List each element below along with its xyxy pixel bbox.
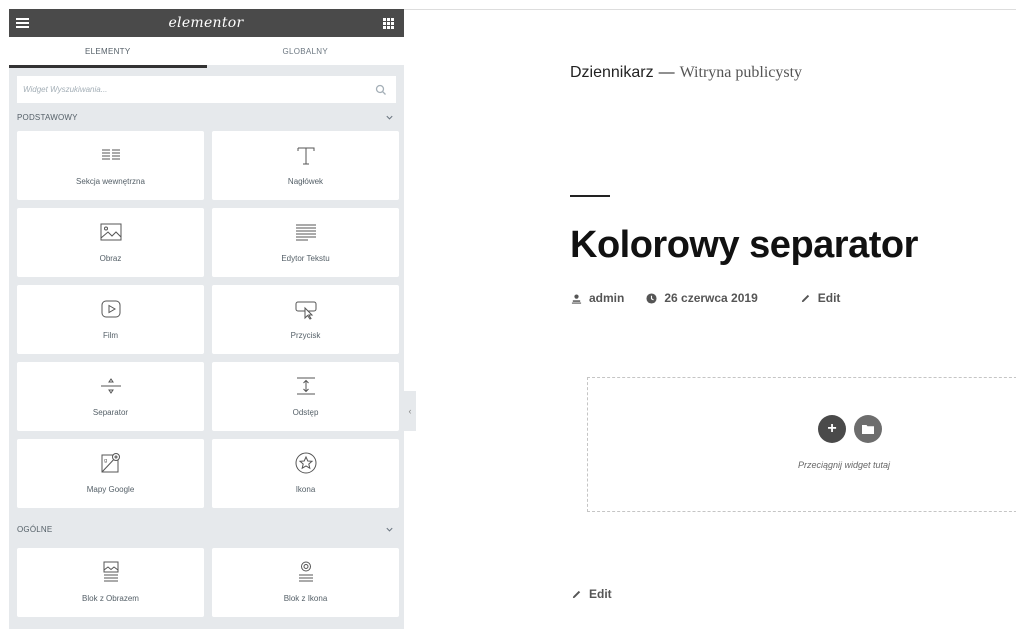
chevron-left-icon: ‹ — [408, 406, 412, 416]
title-rule — [570, 195, 610, 197]
widget-label: Obraz — [99, 254, 122, 263]
post-meta: admin 26 czerwca 2019 Edit — [571, 291, 862, 305]
widget-image-box[interactable]: Blok z Obrazem — [17, 548, 204, 617]
star-icon — [292, 449, 320, 477]
chevron-down-icon — [386, 115, 393, 120]
search-icon[interactable] — [375, 84, 387, 96]
widget-spacer[interactable]: Odstęp — [212, 362, 399, 431]
date-text: 26 czerwca 2019 — [664, 291, 758, 305]
heading-icon — [292, 141, 320, 169]
widget-label: Film — [102, 331, 119, 340]
widget-video[interactable]: Film — [17, 285, 204, 354]
divider-icon — [97, 372, 125, 400]
site-title-separator: — — [658, 64, 675, 81]
widget-label: Blok z Ikona — [283, 594, 328, 603]
edit-label: Edit — [817, 291, 841, 305]
icon-box-icon — [292, 558, 320, 586]
category-title: OGÓLNE — [17, 524, 53, 534]
widget-icon-box[interactable]: Blok z Ikona — [212, 548, 399, 617]
category-header-general[interactable]: OGÓLNE — [9, 515, 404, 543]
widget-label: Sekcja wewnętrzna — [76, 177, 145, 186]
widget-dropzone[interactable]: + Przeciągnij widget tutaj — [587, 377, 1016, 512]
post-date[interactable]: 26 czerwca 2019 — [646, 291, 758, 305]
edit-post-link[interactable]: Edit — [800, 291, 841, 305]
svg-text:g: g — [104, 458, 107, 464]
elementor-panel: elementor ELEMENTY GLOBALNY PODSTAWOWY S… — [9, 9, 404, 629]
image-icon — [97, 218, 125, 246]
pencil-icon — [801, 294, 809, 302]
preview-top-border — [404, 9, 1016, 10]
post-author[interactable]: admin — [571, 291, 624, 305]
panel-tabs: ELEMENTY GLOBALNY — [9, 37, 404, 68]
widget-label: Separator — [92, 408, 129, 417]
tab-global[interactable]: GLOBALNY — [206, 37, 404, 68]
site-title[interactable]: Dziennikarz — Witryna publicysty — [570, 64, 802, 82]
image-box-icon — [97, 558, 125, 586]
widget-image[interactable]: Obraz — [17, 208, 204, 277]
add-section-button[interactable]: + — [818, 415, 846, 443]
author-name: admin — [589, 291, 625, 305]
add-template-button[interactable] — [854, 415, 882, 443]
user-icon — [571, 294, 582, 304]
widget-label: Odstęp — [292, 408, 319, 417]
widget-label: Przycisk — [290, 331, 321, 340]
search-input[interactable] — [23, 85, 323, 94]
site-tagline: Witryna publicysty — [679, 64, 803, 81]
panel-header: elementor — [9, 9, 404, 37]
edit-label: Edit — [589, 587, 612, 601]
site-name: Dziennikarz — [570, 64, 654, 81]
widget-search — [17, 76, 396, 103]
button-icon — [292, 295, 320, 323]
widget-button[interactable]: Przycisk — [212, 285, 399, 354]
text-editor-icon — [292, 218, 320, 246]
widget-inner-section[interactable]: Sekcja wewnętrzna — [17, 131, 204, 200]
inner-section-icon — [97, 141, 125, 169]
widget-grid-general: Blok z Obrazem Blok z Ikona — [9, 548, 404, 617]
plus-icon: + — [827, 420, 837, 437]
video-icon — [97, 295, 125, 323]
google-maps-icon: g — [97, 449, 125, 477]
widget-heading[interactable]: Nagłówek — [212, 131, 399, 200]
widget-label: Mapy Google — [86, 485, 135, 494]
widget-label: Edytor Tekstu — [281, 254, 330, 263]
pencil-icon — [572, 590, 581, 598]
category-title: PODSTAWOWY — [17, 112, 78, 122]
widget-label: Nagłówek — [287, 177, 324, 186]
clock-icon — [646, 292, 657, 304]
widget-divider[interactable]: Separator — [17, 362, 204, 431]
tab-elements[interactable]: ELEMENTY — [9, 37, 207, 68]
category-header-basic[interactable]: PODSTAWOWY — [9, 103, 404, 131]
widget-google-maps[interactable]: g Mapy Google — [17, 439, 204, 508]
page-title: Kolorowy separator — [570, 224, 918, 266]
widget-icon[interactable]: Ikona — [212, 439, 399, 508]
dropzone-label: Przeciągnij widget tutaj — [798, 460, 891, 470]
widget-grid-basic: Sekcja wewnętrzna Nagłówek Obraz Edytor … — [9, 131, 404, 508]
collapse-panel-button[interactable]: ‹ — [404, 391, 416, 431]
folder-icon — [862, 425, 874, 434]
bottom-edit-link[interactable]: Edit — [571, 587, 612, 601]
dropzone-buttons: + — [818, 415, 890, 443]
elementor-logo: elementor — [168, 15, 244, 31]
widget-label: Blok z Obrazem — [82, 594, 139, 603]
widgets-grid-icon[interactable] — [382, 17, 394, 29]
widget-text-editor[interactable]: Edytor Tekstu — [212, 208, 399, 277]
menu-icon[interactable] — [16, 18, 29, 28]
chevron-down-icon — [386, 527, 393, 532]
widget-label: Ikona — [295, 485, 316, 494]
spacer-icon — [292, 372, 320, 400]
